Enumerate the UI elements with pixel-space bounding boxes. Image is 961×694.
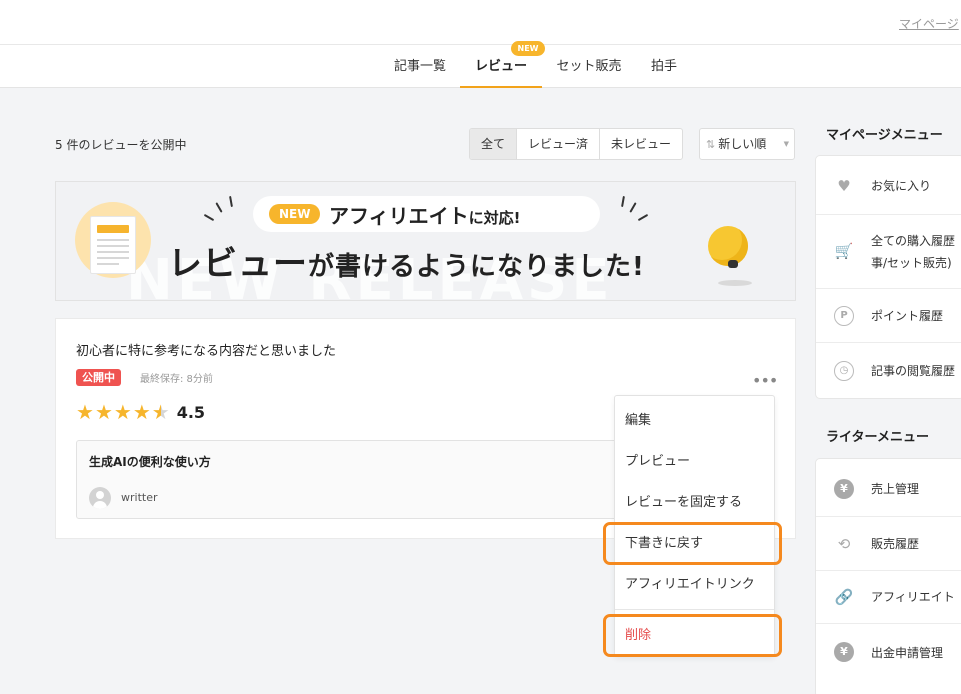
spark-decoration [203, 213, 215, 222]
filter-all-button[interactable]: 全て [470, 129, 518, 159]
lightbulb-shadow [718, 280, 752, 286]
sort-icon: ⇅ [706, 138, 716, 151]
author-name: writter [121, 491, 158, 504]
clock-icon: ◷ [834, 361, 854, 381]
sidebar-item-affiliate[interactable]: 🔗 アフィリエイト [816, 571, 961, 624]
menu-item-pin-review[interactable]: レビューを固定する [615, 483, 774, 523]
menu-item-delete[interactable]: 削除 [615, 616, 774, 656]
sidebar-item-sales-management[interactable]: ¥ 売上管理 [816, 459, 961, 517]
sidebar-item-favorites[interactable]: ♥ お気に入り [816, 156, 961, 215]
banner-subtitle: アフィリエイトに対応! [329, 204, 521, 228]
lightbulb-base [728, 260, 738, 268]
tab-applause[interactable]: 拍手 [645, 45, 683, 88]
sidebar-item-point-history[interactable]: P ポイント履歴 [816, 289, 961, 343]
spark-decoration [215, 202, 223, 213]
star-rating: ★ ★ ★ ★ ★ 4.5 [76, 401, 205, 423]
star-icon: ★ [76, 400, 94, 424]
avatar [89, 487, 111, 509]
point-icon: P [834, 306, 854, 326]
sidebar-item-view-history[interactable]: ◷ 記事の閲覧履歴 [816, 343, 961, 398]
review-count-text: 5 件のレビューを公開中 [55, 138, 187, 152]
banner-subtitle-pill: NEW アフィリエイトに対応! [253, 196, 600, 232]
top-header: マイページ [0, 0, 961, 45]
star-icon: ★ [113, 400, 132, 424]
sales-history-icon: ⟲ [837, 535, 851, 553]
mypage-menu-panel: ♥ お気に入り 🛒 全ての購入履歴 事/セット販売) P ポイント履歴 ◷ 記事… [815, 155, 961, 399]
menu-item-revert-to-draft[interactable]: 下書きに戻す [615, 524, 774, 564]
star-icon: ★ [94, 400, 113, 424]
banner-new-badge: NEW [269, 204, 321, 224]
half-star-icon: ★ [151, 400, 170, 424]
sidebar-item-sales-history[interactable]: ⟲ 販売履歴 [816, 517, 961, 571]
banner-headline: レビューが書けるようになりました! [168, 244, 645, 284]
spark-decoration [629, 202, 637, 213]
spark-decoration [621, 195, 625, 208]
writer-menu-panel: ¥ 売上管理 ⟲ 販売履歴 🔗 アフィリエイト ¥ 出金申請管理 [815, 458, 961, 694]
document-icon [90, 216, 136, 274]
mypage-link[interactable]: マイページ [899, 15, 961, 32]
sort-label: 新しい順 [718, 137, 767, 151]
review-actions-menu: 編集 プレビュー レビューを固定する 下書きに戻す アフィリエイトリンク 削除 [614, 395, 775, 657]
tab-set-sales[interactable]: セット販売 [553, 45, 625, 88]
menu-item-edit[interactable]: 編集 [615, 401, 774, 441]
tab-articles[interactable]: 記事一覧 [390, 45, 450, 88]
menu-item-affiliate-link[interactable]: アフィリエイトリンク [615, 565, 774, 605]
tab-bar: 記事一覧 レビュー NEW セット販売 拍手 [0, 41, 961, 88]
announcement-banner[interactable]: NEW RELEASE NEW アフィリエイトに対応! レビューが書けるようにな… [55, 181, 796, 301]
sort-select[interactable]: ⇅ 新しい順 ▼ [699, 128, 795, 160]
more-options-button[interactable]: ••• [752, 371, 778, 390]
review-filter-group: 全て レビュー済 未レビュー [469, 128, 684, 160]
filter-unreviewed-button[interactable]: 未レビュー [600, 129, 682, 159]
review-title[interactable]: 初心者に特に参考になる内容だと思いました [76, 340, 336, 359]
yen-icon: ¥ [834, 479, 854, 499]
status-badge: 公開中 [76, 369, 121, 386]
chevron-down-icon: ▼ [783, 140, 789, 148]
link-icon: 🔗 [834, 588, 854, 606]
heart-icon: ♥ [837, 177, 851, 195]
cart-icon: 🛒 [834, 242, 854, 260]
star-icon: ★ [132, 400, 151, 424]
reviewed-article[interactable]: 生成AIの便利な使い方 writter [76, 440, 636, 519]
writer-menu-title: ライターメニュー [826, 430, 929, 445]
rating-value: 4.5 [176, 402, 206, 422]
spark-decoration [229, 195, 233, 208]
menu-item-preview[interactable]: プレビュー [615, 442, 774, 482]
mypage-menu-title: マイページメニュー [826, 128, 943, 143]
last-saved-text: 最終保存: 8分前 [140, 374, 213, 385]
menu-divider [615, 609, 774, 610]
new-badge: NEW [511, 41, 545, 56]
withdraw-icon: ¥ [834, 642, 854, 662]
filter-reviewed-button[interactable]: レビュー済 [517, 129, 601, 159]
spark-decoration [637, 213, 649, 222]
article-title: 生成AIの便利な使い方 [89, 455, 211, 469]
sidebar-item-purchase-history[interactable]: 🛒 全ての購入履歴 事/セット販売) [816, 215, 961, 289]
sidebar-item-withdrawal[interactable]: ¥ 出金申請管理 [816, 624, 961, 694]
